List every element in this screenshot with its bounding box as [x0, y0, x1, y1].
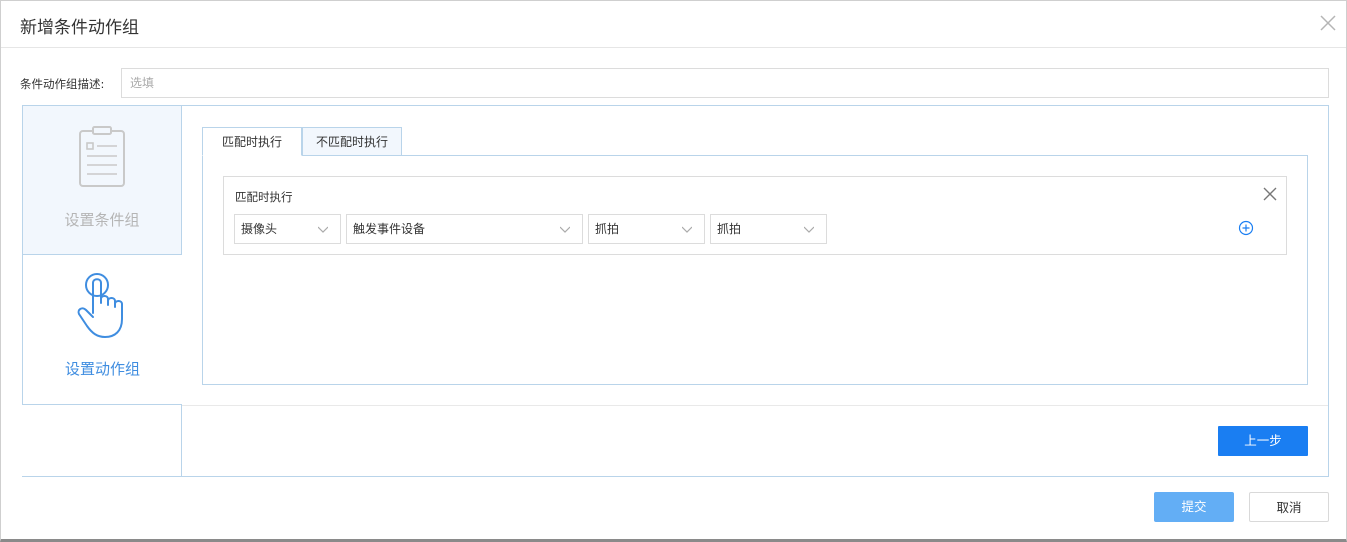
action-param-select[interactable]: 抓拍	[710, 214, 827, 244]
chevron-down-icon	[318, 226, 328, 233]
step-label-condition: 设置条件组	[64, 211, 140, 229]
dialog-header: 新增条件动作组	[1, 1, 1346, 48]
add-condition-action-group-dialog: 新增条件动作组 条件动作组描述: 设置条件组 设置动作组 匹配时执行 不匹配时执…	[0, 0, 1347, 542]
previous-step-button[interactable]: 上一步	[1218, 426, 1308, 456]
chevron-down-icon	[682, 226, 692, 233]
action-rule: 匹配时执行 摄像头 触发事件设备 抓拍 抓拍	[223, 176, 1287, 255]
close-icon[interactable]	[1319, 14, 1337, 32]
cancel-button[interactable]: 取消	[1249, 492, 1329, 522]
device-type-select[interactable]: 摄像头	[234, 214, 341, 244]
action-value: 抓拍	[595, 222, 620, 236]
step-set-condition-group[interactable]: 设置条件组	[22, 105, 182, 255]
add-circle-icon[interactable]	[1238, 220, 1254, 236]
tab-no-match[interactable]: 不匹配时执行	[302, 127, 402, 156]
rule-title: 匹配时执行	[235, 190, 293, 204]
action-param-value: 抓拍	[717, 222, 742, 236]
close-icon[interactable]	[1263, 187, 1277, 201]
device-value: 触发事件设备	[353, 222, 426, 236]
dialog-title: 新增条件动作组	[20, 18, 139, 38]
description-label: 条件动作组描述:	[20, 77, 105, 91]
chevron-down-icon	[560, 226, 570, 233]
description-input[interactable]	[121, 68, 1329, 98]
step-set-action-group[interactable]: 设置动作组	[22, 255, 182, 405]
divider	[181, 405, 182, 477]
step-label-action: 设置动作组	[64, 360, 140, 378]
divider	[182, 405, 1328, 406]
device-type-value: 摄像头	[241, 222, 278, 236]
action-select[interactable]: 抓拍	[588, 214, 705, 244]
clipboard-icon	[79, 126, 125, 187]
submit-button[interactable]: 提交	[1154, 492, 1234, 522]
device-select[interactable]: 触发事件设备	[346, 214, 583, 244]
chevron-down-icon	[804, 226, 814, 233]
hand-pointer-icon	[77, 273, 123, 338]
tab-match[interactable]: 匹配时执行	[202, 127, 302, 156]
